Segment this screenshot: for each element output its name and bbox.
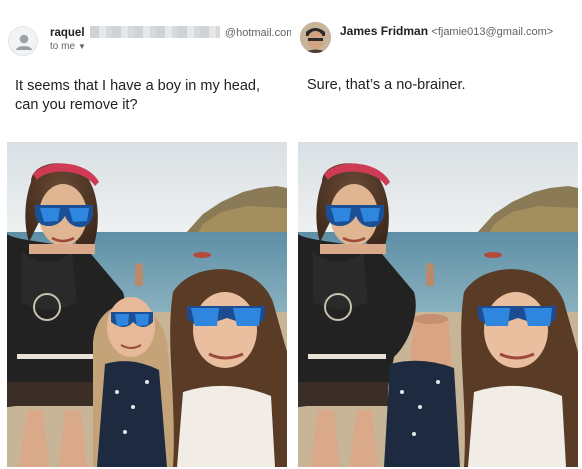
- recipient-details-toggle[interactable]: to me ▼: [50, 41, 86, 52]
- email-body: Sure, that’s a no-brainer.: [307, 77, 466, 93]
- sender-email: <fjamie013@gmail.com>: [431, 26, 554, 38]
- sender-avatar[interactable]: [300, 22, 331, 53]
- edited-photo: [298, 142, 578, 467]
- person-silhouette-icon: [16, 34, 32, 50]
- caret-down-icon[interactable]: ▼: [78, 42, 86, 51]
- request-email-panel: raquel @hotmail.com> to me ▼ It seems tha…: [0, 0, 302, 469]
- sender-avatar[interactable]: [8, 26, 38, 56]
- original-photo: [7, 142, 287, 467]
- sender-name[interactable]: James Fridman: [340, 24, 428, 38]
- sender-line: raquel @hotmail.com>: [50, 26, 302, 39]
- redacted-email-blur: [89, 26, 220, 38]
- recipient-label: to me: [50, 41, 76, 52]
- email-body: It seems that I have a boy in my head, c…: [15, 78, 261, 113]
- sender-name[interactable]: raquel: [50, 27, 85, 39]
- sender-line: James Fridman <fjamie013@gmail.com>: [340, 24, 553, 38]
